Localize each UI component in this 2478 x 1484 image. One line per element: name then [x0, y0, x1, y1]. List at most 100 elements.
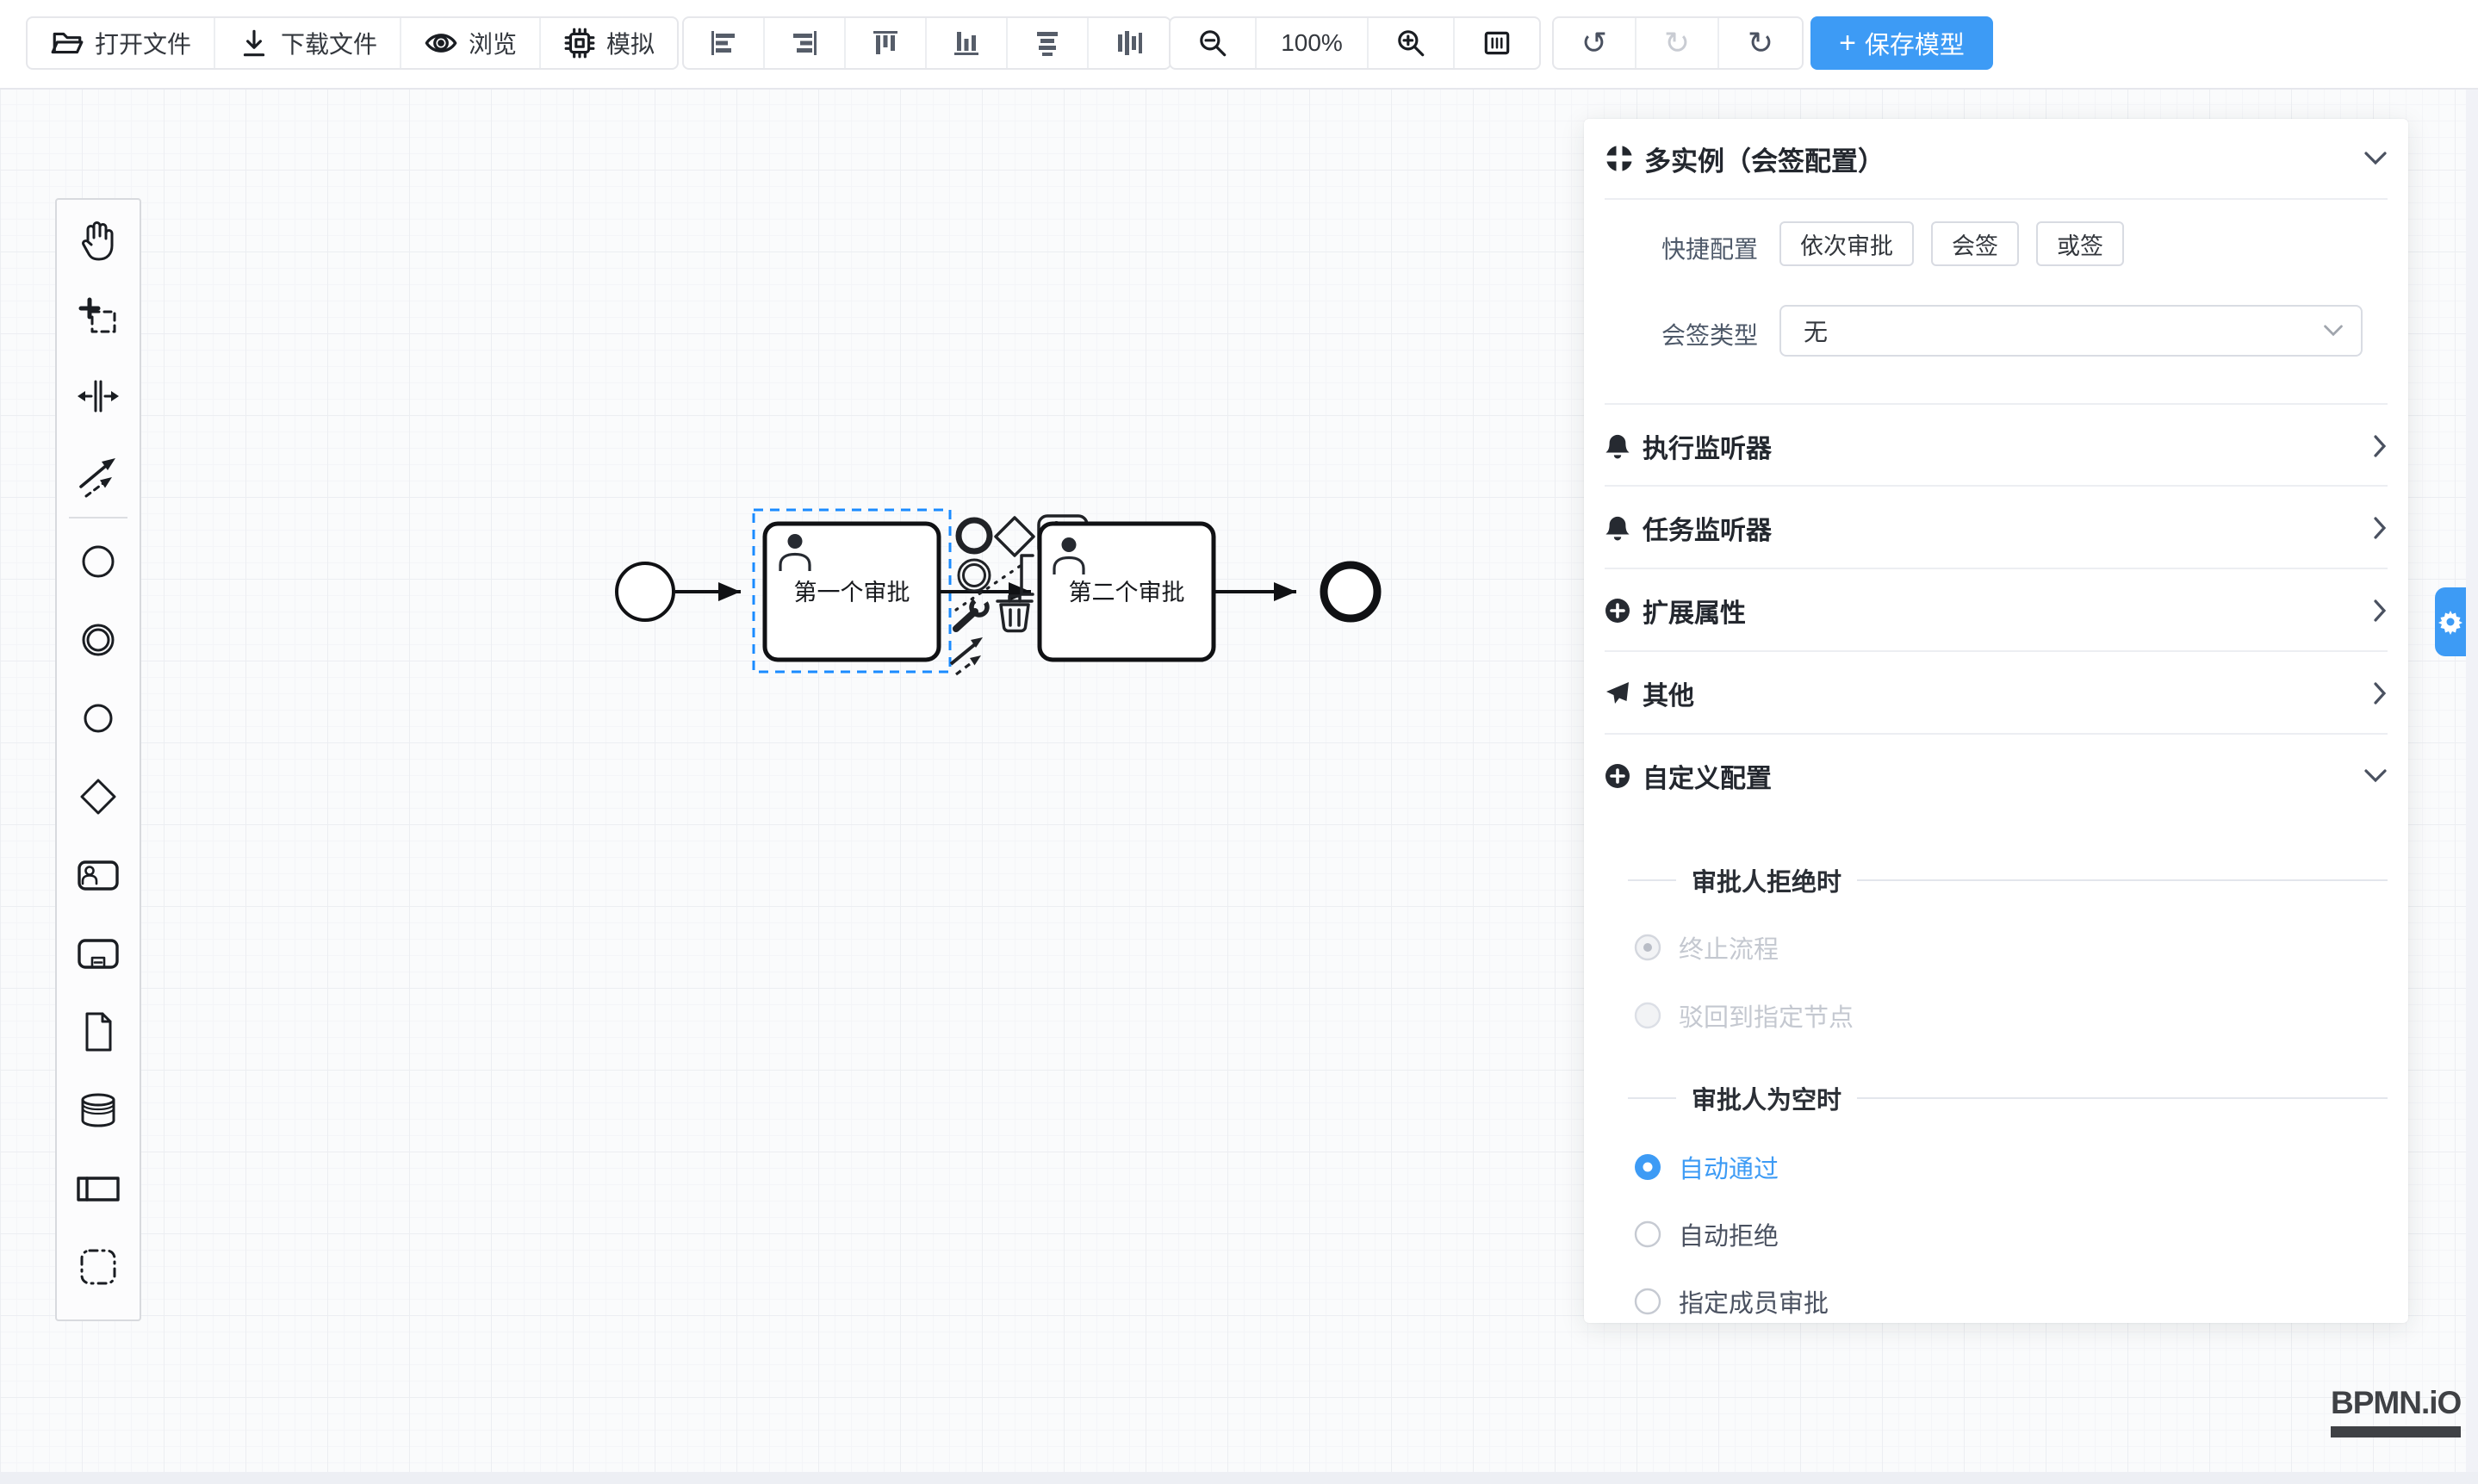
align-bottom-button[interactable] [927, 18, 1008, 68]
undo-icon: ↺ [1581, 28, 1607, 59]
user-task-icon [74, 851, 122, 899]
download-file-button[interactable]: 下载文件 [215, 18, 401, 68]
lasso-icon [74, 294, 122, 342]
align-center-vertical-button[interactable] [1089, 18, 1170, 68]
palette-start-event[interactable] [57, 522, 140, 600]
palette-global-connect-tool[interactable] [57, 435, 140, 513]
task-label: 第一个审批 [794, 580, 910, 605]
top-toolbar: 打开文件 下载文件 浏览 模拟 [0, 0, 2478, 90]
palette-intermediate-event[interactable] [57, 600, 140, 679]
task-first-approval[interactable]: 第一个审批 [765, 524, 939, 660]
palette-gateway[interactable] [57, 757, 140, 835]
save-model-button[interactable]: + 保存模型 [1810, 16, 1993, 70]
chevron-right-icon [2372, 434, 2388, 458]
quick-config-label: 快捷配置 [1661, 231, 1758, 265]
wrench-icon[interactable] [956, 596, 991, 629]
radio-return-to-node[interactable]: 驳回到指定节点 [1634, 997, 1854, 1034]
trash-icon[interactable] [997, 596, 1032, 631]
chevron-down-icon [2363, 768, 2388, 784]
align-top-button[interactable] [846, 18, 927, 68]
palette-user-task[interactable] [57, 835, 140, 914]
quick-option-countersign[interactable]: 会签 [1931, 221, 2019, 266]
palette-hand-tool[interactable] [57, 200, 140, 278]
fit-viewport-button[interactable] [1455, 18, 1539, 68]
save-label: 保存模型 [1865, 25, 1965, 61]
space-tool-icon [74, 372, 122, 420]
preview-button[interactable]: 浏览 [401, 18, 541, 68]
zoom-in-button[interactable] [1369, 18, 1455, 68]
end-event[interactable] [1324, 565, 1377, 618]
align-center-horizontal-button[interactable] [1008, 18, 1089, 68]
append-text-annotation-icon[interactable] [1022, 556, 1033, 594]
quick-option-sequential[interactable]: 依次审批 [1779, 221, 1914, 266]
start-event[interactable] [617, 563, 674, 620]
reset-icon: ↻ [1748, 28, 1773, 59]
gear-icon [2438, 609, 2463, 635]
subprocess-icon [74, 929, 122, 978]
section-other[interactable]: 其他 [1605, 650, 2388, 734]
open-file-button[interactable]: 打开文件 [28, 18, 215, 68]
connect-tool-icon[interactable] [951, 637, 983, 674]
align-top-icon [870, 28, 901, 59]
append-end-event-icon[interactable] [959, 520, 990, 551]
simulate-button[interactable]: 模拟 [541, 18, 677, 68]
file-button-group: 打开文件 下载文件 浏览 模拟 [26, 16, 679, 70]
section-custom-config[interactable]: 自定义配置 [1605, 733, 2388, 817]
reject-subheader: 审批人拒绝时 [1605, 862, 2388, 898]
redo-icon: ↻ [1664, 28, 1690, 59]
zoom-button-group: 100% [1169, 16, 1541, 70]
align-right-button[interactable] [765, 18, 846, 68]
palette-space-tool[interactable] [57, 357, 140, 435]
redo-button[interactable]: ↻ [1636, 18, 1719, 68]
sign-type-label: 会签类型 [1661, 317, 1758, 351]
palette-end-event[interactable] [57, 679, 140, 757]
align-center-vertical-icon [1114, 28, 1145, 59]
palette-separator [69, 517, 127, 518]
zoom-out-button[interactable] [1171, 18, 1257, 68]
radio-assign-member[interactable]: 指定成员审批 [1634, 1283, 1829, 1319]
palette-lasso-tool[interactable] [57, 278, 140, 357]
undo-button[interactable]: ↺ [1554, 18, 1636, 68]
send-icon [1605, 680, 1630, 706]
task-label: 第二个审批 [1069, 580, 1185, 605]
section-execution-listener[interactable]: 执行监听器 [1605, 403, 2388, 487]
section-extended-properties[interactable]: 扩展属性 [1605, 568, 2388, 651]
sign-type-select[interactable]: 无 [1779, 305, 2363, 357]
palette-group[interactable] [57, 1227, 140, 1306]
chevron-down-icon [2323, 324, 2344, 338]
history-button-group: ↺ ↻ ↻ [1552, 16, 1804, 70]
palette-data-object[interactable] [57, 992, 140, 1071]
zoom-out-icon [1196, 27, 1229, 59]
gateway-icon [74, 773, 122, 821]
align-left-button[interactable] [684, 18, 765, 68]
section-task-listener[interactable]: 任务监听器 [1605, 485, 2388, 568]
intermediate-event-icon [74, 616, 122, 664]
align-left-icon [708, 28, 739, 59]
align-bottom-icon [951, 28, 982, 59]
bpmn-editor-app: 第一个审批 [0, 0, 2478, 1484]
group-icon [74, 1243, 122, 1291]
radio-auto-reject[interactable]: 自动拒绝 [1634, 1216, 1779, 1252]
palette-subprocess[interactable] [57, 914, 140, 992]
quick-config-options: 依次审批 会签 或签 [1779, 221, 2124, 266]
chevron-down-icon[interactable] [2363, 151, 2388, 166]
settings-tab[interactable] [2435, 587, 2466, 656]
reset-button[interactable]: ↻ [1719, 18, 1802, 68]
append-intermediate-event-icon[interactable] [959, 560, 990, 591]
chevron-right-icon [2372, 681, 2388, 705]
plus-icon: + [1839, 28, 1856, 58]
connect-icon [74, 450, 122, 499]
palette-data-store[interactable] [57, 1071, 140, 1149]
append-gateway-icon[interactable] [996, 518, 1034, 556]
vertical-scrollbar[interactable] [2466, 88, 2478, 1472]
panel-header[interactable]: 多实例（会签配置） [1605, 119, 2388, 200]
button-label: 下载文件 [281, 26, 377, 60]
radio-unselected-disabled-icon [1634, 1002, 1661, 1029]
quick-option-orsign[interactable]: 或签 [2036, 221, 2124, 266]
task-second-approval[interactable]: 第二个审批 [1040, 524, 1214, 660]
horizontal-scrollbar[interactable] [0, 1472, 2478, 1484]
radio-terminate-process[interactable]: 终止流程 [1634, 929, 1779, 966]
bpmn-io-watermark[interactable]: BPMN.iO [2331, 1385, 2461, 1437]
radio-auto-pass[interactable]: 自动通过 [1634, 1149, 1779, 1185]
palette-participant[interactable] [57, 1149, 140, 1227]
